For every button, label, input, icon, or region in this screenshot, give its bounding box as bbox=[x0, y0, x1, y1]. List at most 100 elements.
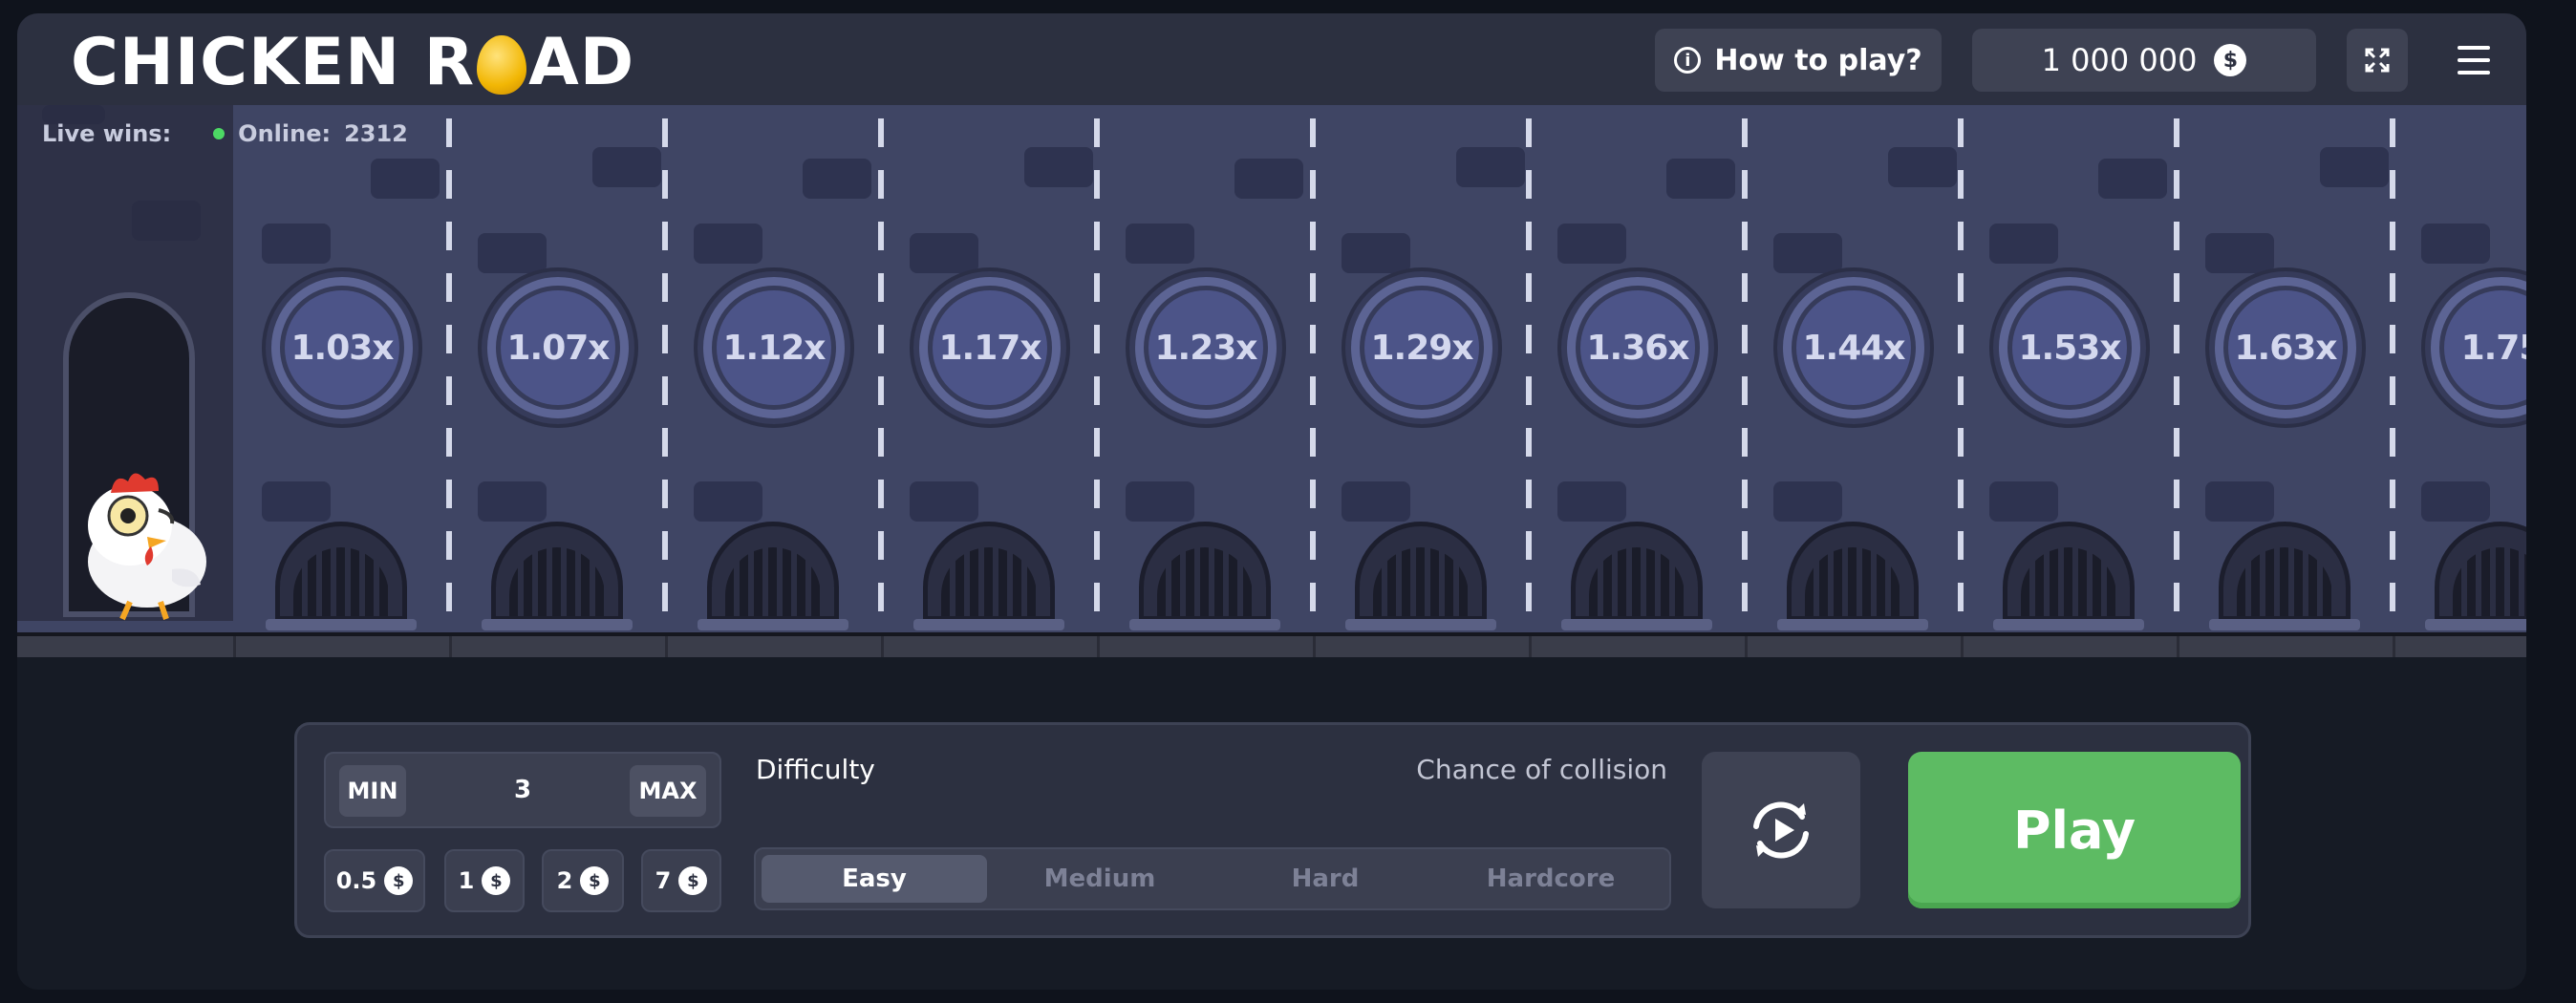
lane: 1.36x bbox=[1529, 105, 1745, 630]
multiplier-value: 1.17x bbox=[938, 328, 1041, 368]
menu-line-icon bbox=[2458, 71, 2490, 75]
multiplier-value: 1.03x bbox=[290, 328, 394, 368]
multiplier-coin: 1.17x bbox=[910, 267, 1070, 428]
wall-brick bbox=[1773, 233, 1842, 273]
menu-line-icon bbox=[2458, 46, 2490, 50]
grate-bars bbox=[509, 547, 605, 616]
dollar-coin-icon: $ bbox=[384, 866, 414, 895]
play-button[interactable]: Play bbox=[1908, 752, 2241, 908]
quick-bet-button[interactable]: 1 $ bbox=[444, 849, 525, 912]
wall-brick bbox=[478, 481, 547, 522]
quick-bet-button[interactable]: 7 $ bbox=[641, 849, 721, 912]
chance-of-collision-label: Chance of collision bbox=[1416, 754, 1667, 785]
wall-brick bbox=[2320, 147, 2389, 187]
multiplier-value: 1.75 bbox=[2460, 328, 2526, 368]
hamburger-menu-button[interactable] bbox=[2444, 29, 2503, 92]
wall-brick bbox=[2205, 481, 2274, 522]
manhole-grate bbox=[707, 522, 839, 621]
manhole-grate bbox=[1571, 522, 1703, 621]
manhole-grate bbox=[1355, 522, 1487, 621]
wall-brick bbox=[1456, 147, 1525, 187]
quick-bet-value: 0.5 bbox=[335, 867, 377, 894]
manhole-base bbox=[482, 619, 633, 630]
header: CHICKEN R AD i How to play? 1 000 000 $ bbox=[17, 13, 2526, 105]
wall-brick bbox=[1989, 481, 2058, 522]
manhole-base bbox=[1129, 619, 1280, 630]
min-bet-button[interactable]: MIN bbox=[339, 765, 406, 817]
wall-brick bbox=[1342, 233, 1410, 273]
difficulty-tab-hardcore[interactable]: Hardcore bbox=[1438, 855, 1664, 903]
curb-segment bbox=[1529, 636, 1532, 657]
wall-brick bbox=[1888, 147, 1957, 187]
game-board: Live wins: Online: 2312 1.03x 1.07x 1.12x 1… bbox=[17, 105, 2526, 657]
manhole-base bbox=[2425, 619, 2526, 630]
wall-brick bbox=[803, 159, 871, 199]
control-panel: 3 MIN MAX 0.5 $ 1 $ 2 $ 7 $ Difficulty C… bbox=[294, 722, 2251, 938]
wall-brick bbox=[262, 481, 331, 522]
multiplier-value: 1.12x bbox=[722, 328, 826, 368]
dollar-coin-icon: $ bbox=[678, 866, 708, 895]
multiplier-coin: 1.03x bbox=[262, 267, 422, 428]
wall-brick bbox=[1666, 159, 1735, 199]
how-to-play-button[interactable]: i How to play? bbox=[1655, 29, 1942, 92]
lane: 1.07x bbox=[449, 105, 665, 630]
manhole-grate bbox=[2003, 522, 2135, 621]
expand-icon bbox=[2365, 48, 2390, 73]
wall-brick bbox=[694, 224, 762, 264]
wall-brick bbox=[1234, 159, 1303, 199]
dollar-coin-icon: $ bbox=[2214, 44, 2247, 76]
fullscreen-button[interactable] bbox=[2347, 29, 2408, 92]
wall-brick bbox=[1557, 481, 1626, 522]
multiplier-value: 1.23x bbox=[1154, 328, 1257, 368]
quick-bet-button[interactable]: 2 $ bbox=[542, 849, 624, 912]
wall-brick bbox=[1557, 224, 1626, 264]
grate-bars bbox=[2453, 547, 2526, 616]
multiplier-coin: 1.75 bbox=[2421, 267, 2526, 428]
difficulty-tab-medium[interactable]: Medium bbox=[987, 855, 1213, 903]
quick-bet-button[interactable]: 0.5 $ bbox=[324, 849, 425, 912]
difficulty-tab-hard[interactable]: Hard bbox=[1213, 855, 1438, 903]
grate-bars bbox=[1805, 547, 1900, 616]
logo-text-left: CHICKEN R bbox=[71, 25, 476, 100]
wall-brick bbox=[910, 481, 978, 522]
wall-brick bbox=[2098, 159, 2167, 199]
multiplier-coin: 1.07x bbox=[478, 267, 638, 428]
curb-segment bbox=[1313, 636, 1316, 657]
manhole-grate bbox=[2435, 522, 2526, 621]
grate-bars bbox=[293, 547, 389, 616]
wall-brick bbox=[694, 481, 762, 522]
grate-bars bbox=[2237, 547, 2332, 616]
multiplier-coin: 1.63x bbox=[2205, 267, 2366, 428]
multiplier-coin: 1.29x bbox=[1342, 267, 1502, 428]
manhole-grate bbox=[1139, 522, 1271, 621]
grate-bars bbox=[1157, 547, 1253, 616]
max-bet-button[interactable]: MAX bbox=[630, 765, 706, 817]
grate-bars bbox=[725, 547, 821, 616]
curb-segment bbox=[1961, 636, 1964, 657]
manhole-grate bbox=[275, 522, 407, 621]
auto-play-icon bbox=[1753, 801, 1809, 859]
multiplier-coin: 1.12x bbox=[694, 267, 854, 428]
grate-bars bbox=[1589, 547, 1685, 616]
curb-segment bbox=[449, 636, 452, 657]
difficulty-tab-easy[interactable]: Easy bbox=[762, 855, 987, 903]
info-icon: i bbox=[1674, 47, 1702, 74]
multiplier-coin: 1.53x bbox=[1989, 267, 2150, 428]
lane: 1.44x bbox=[1745, 105, 1961, 630]
manhole-base bbox=[1993, 619, 2144, 630]
curb-segment bbox=[1097, 636, 1100, 657]
wall-brick bbox=[1126, 224, 1194, 264]
manhole-grate bbox=[491, 522, 623, 621]
wall-brick bbox=[371, 159, 440, 199]
logo: CHICKEN R AD bbox=[71, 31, 634, 96]
curb-segment bbox=[1745, 636, 1748, 657]
multiplier-value: 1.36x bbox=[1586, 328, 1689, 368]
game-frame: CHICKEN R AD i How to play? 1 000 000 $ bbox=[17, 13, 2526, 990]
quick-bet-value: 7 bbox=[655, 867, 672, 894]
bet-amount-box: 3 MIN MAX bbox=[324, 752, 721, 828]
wall-brick bbox=[1126, 481, 1194, 522]
lane: 1.29x bbox=[1313, 105, 1529, 630]
curb-segment bbox=[881, 636, 884, 657]
live-wins-label: Live wins: bbox=[42, 120, 172, 147]
auto-play-button[interactable] bbox=[1702, 752, 1860, 908]
